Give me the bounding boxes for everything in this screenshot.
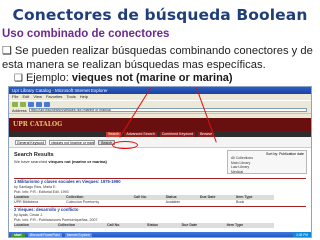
result-record: 1 Militarismo y claves sociales en Viequ… [14,178,306,204]
taskbar-clock: 2:08 PM [293,232,311,237]
search-field-select[interactable]: General Keyword [15,139,47,145]
record-pubinfo: Pub. info: P.R.: Publicaciones Puertorri… [14,217,98,222]
example-line: ❑ Ejemplo: vieques not (marine or marina) [14,72,233,84]
menu-file[interactable]: File [12,94,18,100]
cell-item-type: Book [236,199,245,204]
col-collection: Collection [57,223,107,228]
summary-query: vieques not (marine or marina) [48,159,107,164]
slide-title: Conectores de búsqueda Boolean [12,6,308,24]
holdings-table: Location Collection Call No. Status Due … [14,195,274,204]
search-summary: We have searched vieques not (marine or … [14,159,107,164]
home-icon[interactable] [36,101,42,107]
summary-prefix: We have searched [14,159,48,164]
limit-panel: Sort by: Publication date All Collection… [227,150,307,174]
annotation-highlight [112,141,138,149]
example-label: Ejemplo: [25,72,69,84]
browser-screenshot: Upr Library Catalog - Microsoft Internet… [8,86,312,238]
sort-select[interactable]: Sort by: Publication date [266,152,304,156]
search-row: General Keyword vieques not (marine or m… [9,137,311,148]
cell-collection: Coleccion Puertorriq [66,199,99,204]
results-area: Search Results We have searched vieques … [9,148,311,237]
limit-option[interactable]: Medical [228,170,306,175]
result-record: 2 Vieques: desarrollo y conflicto by Aya… [14,206,306,228]
search-input[interactable]: vieques not (marine or marina) [49,139,96,145]
checkbox-bullet-icon: ❑ [2,45,12,57]
menu-edit[interactable]: Edit [22,94,29,100]
holdings-table: Location Collection Call No. Status Due … [14,223,274,228]
forward-arrow-icon[interactable] [20,101,26,107]
cell-call-no [134,200,166,205]
favorites-star-icon[interactable] [44,101,50,107]
bullet-text: ❑ Se pueden realizar búsquedas combinando… [2,44,318,72]
menu-view[interactable]: View [33,94,42,100]
example-query: vieques not (marine or marina) [71,72,233,84]
site-logo[interactable]: UPR CATALOG [13,121,62,128]
back-arrow-icon[interactable] [12,101,18,107]
address-input[interactable]: http://upr.edu/search/vieques not (marin… [28,108,307,112]
tab-advanced-search[interactable]: Advanced Search [124,131,157,137]
start-button[interactable]: start [11,232,25,237]
record-pubinfo: Pub. info: P.R.: Editorial Edil, 1993 [14,189,69,194]
taskbar-item[interactable]: Microsoft PowerPoint [27,232,62,237]
results-heading: Search Results [14,152,54,158]
col-call-no: Call No. [106,223,148,228]
tab-combined-keyword[interactable]: Combined Keyword [159,131,196,137]
windows-taskbar: start Microsoft PowerPoint Internet Expl… [9,232,311,237]
browser-title-bar: Upr Library Catalog - Microsoft Internet… [9,87,311,94]
checkbox-bullet-icon: ❑ [14,73,23,84]
cell-location: UPR Biblioteca [14,199,39,204]
col-item-type: Item Type [226,223,274,228]
slide-subheading: Uso combinado de conectores [2,28,170,40]
cell-status: Available [165,199,181,204]
menu-help[interactable]: Help [80,94,88,100]
refresh-icon[interactable] [28,101,34,107]
browser-toolbar [9,100,311,107]
address-label: Address [12,107,27,113]
bullet-body: Se pueden realizar búsquedas combinando … [2,45,313,71]
col-due-date: Due Date [181,223,227,228]
col-location: Location [14,223,58,228]
site-header: UPR CATALOG [9,118,311,131]
menu-favorites[interactable]: Favorites [46,94,62,100]
menu-tools[interactable]: Tools [66,94,75,100]
col-status: Status [147,223,182,228]
taskbar-item[interactable]: Internet Explorer [64,232,93,237]
cell-due-date [200,200,236,205]
